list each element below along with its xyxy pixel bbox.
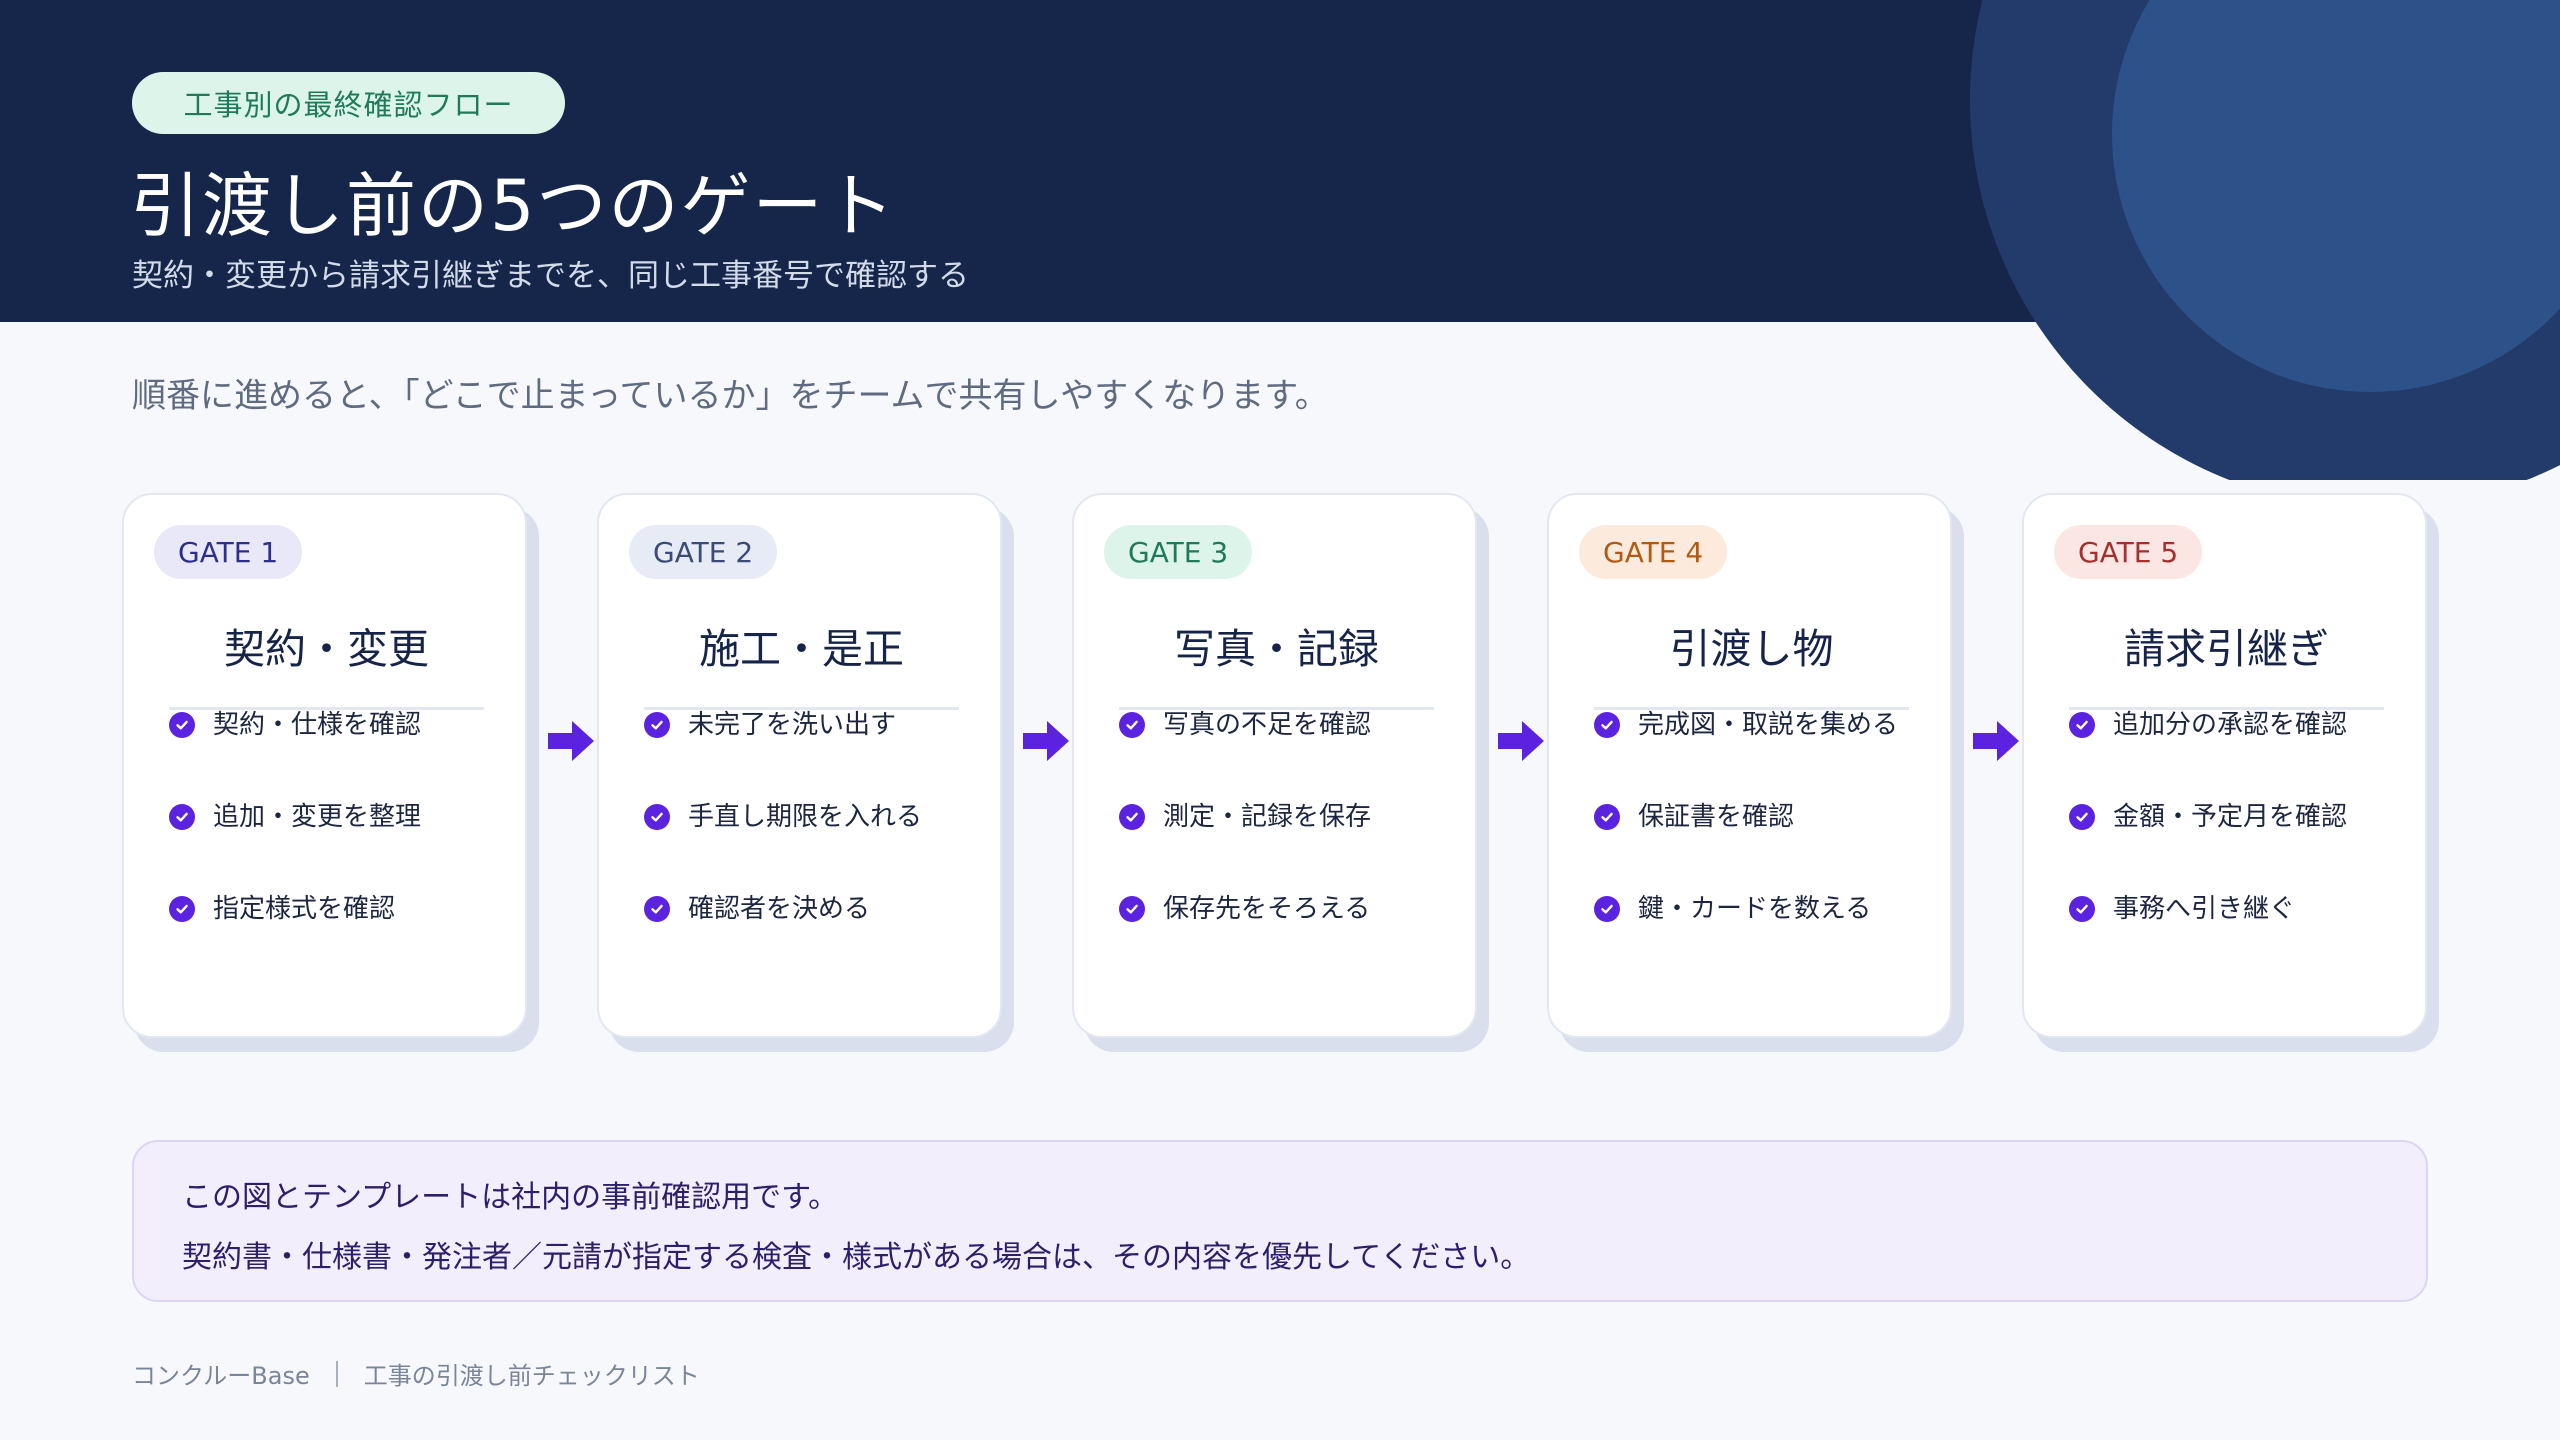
arrow-right-icon xyxy=(1973,721,2019,761)
arrow-right-icon xyxy=(548,721,594,761)
checklist-item-label: 追加分の承認を確認 xyxy=(2113,709,2348,740)
checklist-item-label: 手直し期限を入れる xyxy=(688,801,923,832)
check-circle-icon xyxy=(169,712,195,738)
check-circle-icon xyxy=(1594,712,1620,738)
checklist-item-label: 追加・変更を整理 xyxy=(213,801,422,832)
checklist-item-label: 金額・予定月を確認 xyxy=(2113,801,2348,832)
checklist-item: 契約・仕様を確認 xyxy=(169,700,421,744)
footer-doc-title: 工事の引渡し前チェックリスト xyxy=(363,1362,700,1390)
checklist-item-label: 完成図・取説を集める xyxy=(1638,709,1899,740)
checklist-item: 確認者を決める xyxy=(644,884,870,928)
gate-title: 請求引継ぎ xyxy=(2124,625,2329,673)
check-circle-icon xyxy=(2069,896,2095,922)
gate-card-2: GATE 2 施工・是正未完了を洗い出す 手直し期限を入れる 確認者を決める xyxy=(597,493,1014,1052)
checklist-item: 写真の不足を確認 xyxy=(1119,700,1371,744)
checklist-item-label: 鍵・カードを数える xyxy=(1638,893,1872,924)
checklist-item-label: 保存先をそろえる xyxy=(1163,893,1371,924)
checklist-item-label: 写真の不足を確認 xyxy=(1163,709,1372,740)
gate-title: 引渡し物 xyxy=(1669,625,1834,673)
card-body: GATE 4 引渡し物完成図・取説を集める 保証書を確認鍵・カードを数える xyxy=(1547,493,1952,1038)
check-circle-icon xyxy=(1119,712,1145,738)
checklist-item: 手直し期限を入れる xyxy=(644,792,922,836)
check-circle-icon xyxy=(644,712,670,738)
gate-card-5: GATE 5 請求引継ぎ追加分の承認を確認 金額・予定月を確認 事務へ引き継ぐ xyxy=(2022,493,2439,1052)
check-circle-icon xyxy=(644,804,670,830)
check-circle-icon xyxy=(2069,804,2095,830)
footer-brand: コンクルーBase xyxy=(132,1362,310,1390)
gate-badge: GATE 1 xyxy=(154,525,303,579)
checklist-item: 保証書を確認 xyxy=(1594,792,1794,836)
checklist-item-label: 保証書を確認 xyxy=(1638,801,1795,832)
gate-badge: GATE 2 xyxy=(629,525,778,579)
checklist-item-label: 確認者を決める xyxy=(688,893,871,924)
checklist-item: 完成図・取説を集める xyxy=(1594,700,1898,744)
checklist-item: 保存先をそろえる xyxy=(1119,884,1370,928)
checklist-item-label: 未完了を洗い出す xyxy=(688,709,897,740)
check-circle-icon xyxy=(1119,804,1145,830)
notice-line-1: この図とテンプレートは社内の事前確認用です。 xyxy=(182,1180,839,1215)
checklist-item: 測定・記録を保存 xyxy=(1119,792,1371,836)
check-circle-icon xyxy=(169,896,195,922)
checklist-item: 追加・変更を整理 xyxy=(169,792,421,836)
checklist-item-label: 測定・記録を保存 xyxy=(1163,801,1372,832)
card-body: GATE 1 契約・変更契約・仕様を確認 追加・変更を整理 指定様式を確認 xyxy=(122,493,527,1038)
notice-box: この図とテンプレートは社内の事前確認用です。 契約書・仕様書・発注者／元請が指定… xyxy=(132,1140,2428,1302)
gate-card-4: GATE 4 引渡し物完成図・取説を集める 保証書を確認鍵・カードを数える xyxy=(1547,493,1964,1052)
footer: コンクルーBase 工事の引渡し前チェックリスト xyxy=(132,1356,700,1391)
checklist-item-label: 事務へ引き継ぐ xyxy=(2113,893,2296,924)
card-body: GATE 3 写真・記録写真の不足を確認 測定・記録を保存 保存先をそろえる xyxy=(1072,493,1477,1038)
check-circle-icon xyxy=(1594,804,1620,830)
gate-card-1: GATE 1 契約・変更契約・仕様を確認 追加・変更を整理 指定様式を確認 xyxy=(122,493,539,1052)
arrow-right-icon xyxy=(1023,721,1069,761)
check-circle-icon xyxy=(644,896,670,922)
checklist-item: 未完了を洗い出す xyxy=(644,700,896,744)
notice-line-2: 契約書・仕様書・発注者／元請が指定する検査・様式がある場合は、その内容を優先して… xyxy=(182,1240,1531,1275)
arrow-right-icon xyxy=(1498,721,1544,761)
checklist-item: 鍵・カードを数える xyxy=(1594,884,1871,928)
gate-badge: GATE 4 xyxy=(1579,525,1728,579)
checklist-item-label: 契約・仕様を確認 xyxy=(213,709,422,740)
gate-title: 施工・是正 xyxy=(699,625,904,673)
check-circle-icon xyxy=(1594,896,1620,922)
check-circle-icon xyxy=(169,804,195,830)
checklist-item: 追加分の承認を確認 xyxy=(2069,700,2347,744)
gate-title: 契約・変更 xyxy=(224,625,429,673)
gate-badge: GATE 5 xyxy=(2054,525,2203,579)
gate-flow: GATE 1 契約・変更契約・仕様を確認 追加・変更を整理 指定様式を確認 GATE 2… xyxy=(0,0,2560,1100)
footer-divider xyxy=(335,1360,338,1387)
checklist-item: 金額・予定月を確認 xyxy=(2069,792,2347,836)
card-body: GATE 5 請求引継ぎ追加分の承認を確認 金額・予定月を確認 事務へ引き継ぐ xyxy=(2022,493,2427,1038)
gate-card-3: GATE 3 写真・記録写真の不足を確認 測定・記録を保存 保存先をそろえる xyxy=(1072,493,1489,1052)
gate-title: 写真・記録 xyxy=(1174,625,1379,673)
check-circle-icon xyxy=(2069,712,2095,738)
check-circle-icon xyxy=(1119,896,1145,922)
checklist-item-label: 指定様式を確認 xyxy=(213,893,396,924)
card-body: GATE 2 施工・是正未完了を洗い出す 手直し期限を入れる 確認者を決める xyxy=(597,493,1002,1038)
checklist-item: 事務へ引き継ぐ xyxy=(2069,884,2295,928)
checklist-item: 指定様式を確認 xyxy=(169,884,395,928)
gate-badge: GATE 3 xyxy=(1104,525,1253,579)
